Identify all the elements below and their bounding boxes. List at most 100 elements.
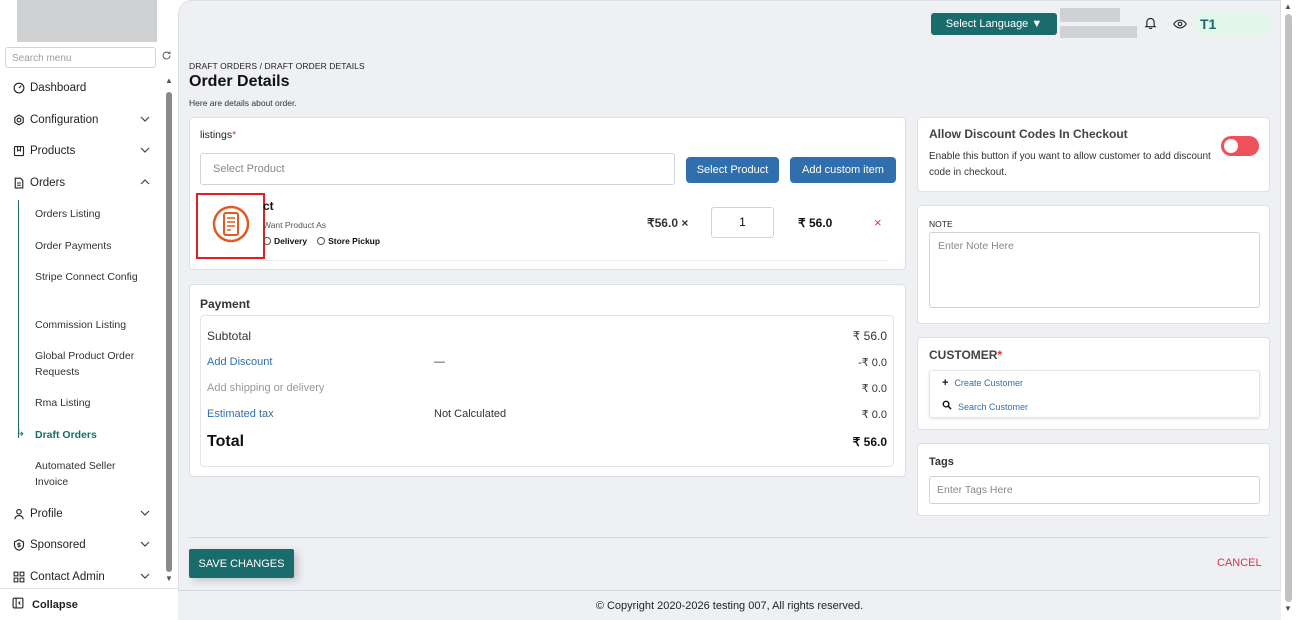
sidebar-item-products[interactable]: Products	[0, 139, 162, 163]
discount-detail: —	[434, 356, 445, 368]
sidebar-subitem-draft-orders[interactable]: Draft Orders	[35, 427, 145, 443]
gear-icon	[12, 114, 25, 127]
sidebar: Dashboard Configuration Products Orders …	[0, 0, 178, 620]
discount-codes-toggle[interactable]	[1221, 136, 1259, 156]
scroll-up-icon[interactable]: ▲	[165, 76, 173, 85]
total-value: ₹ 56.0	[852, 435, 887, 449]
add-discount-link[interactable]: Add Discount	[207, 356, 272, 368]
customer-label: CUSTOMER*	[929, 348, 1003, 362]
user-avatar[interactable]: T1	[1194, 12, 1272, 36]
delivery-label[interactable]: Delivery	[274, 236, 307, 246]
discount-codes-description: Enable this button if you want to allow …	[929, 151, 1211, 178]
refresh-icon[interactable]	[161, 50, 172, 64]
sidebar-item-label: Contact Admin	[30, 571, 105, 583]
tags-card: Tags Enter Tags Here	[917, 443, 1270, 516]
add-custom-item-button[interactable]: Add custom item	[790, 157, 896, 183]
collapse-button[interactable]: Collapse	[0, 588, 178, 620]
estimated-tax-link[interactable]: Estimated tax	[207, 408, 274, 420]
active-arrow-icon: ↳	[16, 427, 26, 439]
book-icon	[12, 145, 25, 158]
select-product-button[interactable]: Select Product	[686, 157, 779, 183]
select-product-input[interactable]: Select Product	[200, 153, 675, 185]
search-customer-option[interactable]: Search Customer	[942, 400, 1028, 413]
scroll-up-icon[interactable]: ▲	[1284, 2, 1292, 11]
note-textarea[interactable]: Enter Note Here	[929, 232, 1260, 308]
add-shipping-link[interactable]: Add shipping or delivery	[207, 382, 324, 394]
payment-label: Payment	[200, 297, 251, 311]
plus-icon: +	[942, 377, 949, 389]
sidebar-item-dashboard[interactable]: Dashboard	[0, 76, 162, 100]
sidebar-item-label: Sponsored	[30, 539, 86, 551]
sidebar-item-contact-admin[interactable]: Contact Admin	[0, 565, 162, 589]
quantity-input[interactable]: 1	[711, 207, 774, 238]
sidebar-subitem-order-payments[interactable]: Order Payments	[35, 238, 145, 254]
sidebar-subitem-rma-listing[interactable]: Rma Listing	[35, 395, 145, 411]
bell-icon[interactable]	[1144, 16, 1157, 34]
collapse-label: Collapse	[32, 598, 78, 611]
badge-dollar-icon	[12, 539, 25, 552]
eye-icon[interactable]	[1173, 17, 1187, 35]
document-icon	[12, 177, 25, 190]
redacted-block	[1060, 8, 1120, 22]
scroll-down-icon[interactable]: ▼	[1284, 604, 1292, 613]
chevron-down-icon	[140, 571, 150, 584]
cancel-button[interactable]: CANCEL	[1217, 557, 1262, 569]
tax-value: ₹ 0.0	[861, 409, 887, 421]
listings-label: listings*	[200, 129, 237, 141]
fulfillment-options: Delivery Store Pickup	[263, 236, 380, 246]
create-customer-label: Create Customer	[954, 378, 1023, 388]
mobile-app-icon	[211, 204, 251, 249]
redacted-block	[1060, 26, 1137, 38]
scroll-thumb[interactable]	[1285, 14, 1292, 602]
sidebar-subitem-commission-listing[interactable]: Commission Listing	[35, 317, 145, 333]
scroll-down-icon[interactable]: ▼	[165, 574, 173, 583]
payment-card: Payment Subtotal ₹ 56.0 Add Discount — -…	[189, 284, 906, 477]
page-subtitle: Here are details about order.	[189, 98, 297, 108]
sidebar-item-label: Configuration	[30, 114, 99, 126]
tax-detail: Not Calculated	[434, 408, 507, 420]
sidebar-item-orders[interactable]: Orders	[0, 171, 162, 195]
grid-icon	[12, 571, 25, 584]
customer-options: + Create Customer Search Customer	[929, 370, 1260, 418]
sidebar-search[interactable]	[5, 47, 156, 68]
sidebar-subitem-stripe-connect[interactable]: Stripe Connect Config	[35, 269, 145, 285]
page-title: Order Details	[189, 73, 290, 90]
search-menu-input[interactable]	[6, 49, 155, 68]
sidebar-item-label: Orders	[30, 177, 66, 189]
discount-value: -₹ 0.0	[857, 357, 887, 369]
tags-input[interactable]: Enter Tags Here	[929, 476, 1260, 504]
sidebar-item-configuration[interactable]: Configuration	[0, 108, 162, 132]
subtotal-label: Subtotal	[207, 329, 252, 343]
sidebar-item-label: Profile	[30, 508, 63, 520]
sidebar-subitem-automated-seller-invoice[interactable]: Automated Seller Invoice	[35, 458, 145, 490]
save-changes-button[interactable]: SAVE CHANGES	[189, 549, 294, 578]
search-icon	[942, 400, 952, 413]
select-language-button[interactable]: Select Language ▼	[931, 13, 1057, 35]
sidebar-scrollbar[interactable]: ▲ ▼	[164, 76, 174, 588]
store-pickup-label[interactable]: Store Pickup	[328, 236, 380, 246]
want-product-label: Want Product As	[263, 220, 326, 230]
sidebar-subitem-global-product-order-requests[interactable]: Global Product Order Requests	[35, 348, 145, 380]
remove-item-button[interactable]: ×	[874, 215, 882, 230]
submenu-line	[18, 200, 19, 438]
toggle-knob	[1224, 139, 1238, 153]
chevron-down-icon	[140, 539, 150, 552]
chevron-up-icon	[140, 177, 150, 190]
chevron-down-icon	[140, 145, 150, 158]
dashboard-icon	[12, 82, 25, 95]
divider	[189, 537, 1269, 538]
sidebar-item-profile[interactable]: Profile	[0, 502, 162, 526]
product-image	[196, 193, 265, 259]
sidebar-item-sponsored[interactable]: Sponsored	[0, 533, 162, 557]
delivery-radio[interactable]	[263, 237, 271, 245]
search-customer-label: Search Customer	[958, 401, 1029, 412]
store-pickup-radio[interactable]	[317, 237, 326, 245]
scroll-thumb[interactable]	[166, 92, 172, 572]
total-label: Total	[207, 433, 245, 450]
sidebar-subitem-orders-listing[interactable]: Orders Listing	[35, 206, 145, 222]
create-customer-option[interactable]: + Create Customer	[942, 377, 1023, 389]
logo	[17, 0, 157, 42]
discount-codes-title: Allow Discount Codes In Checkout	[929, 127, 1128, 141]
page-scrollbar[interactable]: ▲ ▼	[1281, 0, 1296, 620]
customer-card: CUSTOMER* + Create Customer Search Custo…	[917, 337, 1270, 430]
